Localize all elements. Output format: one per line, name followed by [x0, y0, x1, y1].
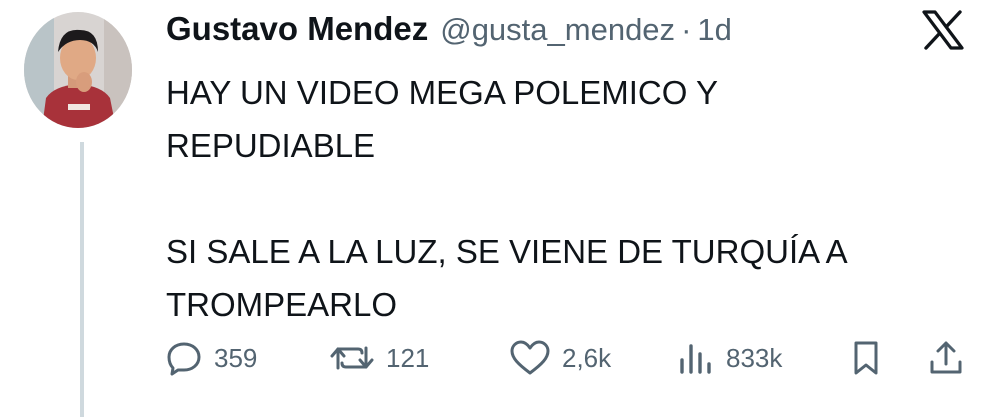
avatar-photo: [24, 12, 132, 128]
reply-button[interactable]: 359: [164, 330, 257, 386]
share-button[interactable]: [926, 330, 966, 386]
share-icon: [930, 341, 962, 374]
action-bar: 359 121 2,6k 833k: [0, 330, 992, 386]
repost-button[interactable]: 121: [328, 330, 429, 386]
tweet-timestamp[interactable]: 1d: [697, 12, 731, 48]
like-button[interactable]: 2,6k: [508, 330, 611, 386]
tweet-header: Gustavo Mendez @gusta_mendez · 1d: [166, 10, 732, 48]
repost-count: 121: [386, 342, 430, 373]
x-logo-icon: [922, 10, 964, 50]
bookmark-icon: [854, 341, 878, 375]
author-name[interactable]: Gustavo Mendez: [166, 10, 428, 48]
header-separator: ·: [681, 12, 692, 47]
reply-icon: [167, 342, 201, 376]
tweet-text-line: TROMPEARLO: [166, 286, 398, 323]
avatar[interactable]: [24, 12, 132, 128]
tweet-text-line: SI SALE A LA LUZ, SE VIENE DE TURQUÍA A: [166, 233, 848, 270]
tweet-text: HAY UN VIDEO MEGA POLEMICO Y REPUDIABLE …: [166, 66, 966, 331]
like-count: 2,6k: [562, 342, 612, 373]
reply-count: 359: [214, 342, 258, 373]
views-count: 833k: [726, 342, 783, 373]
author-handle[interactable]: @gusta_mendez: [440, 12, 675, 48]
repost-icon: [330, 346, 374, 370]
tweet-text-line: REPUDIABLE: [166, 127, 376, 164]
tweet-text-line: HAY UN VIDEO MEGA POLEMICO Y: [166, 74, 718, 111]
views-icon: [680, 344, 711, 374]
bookmark-button[interactable]: [846, 330, 886, 386]
views-button[interactable]: 833k: [676, 330, 782, 386]
heart-icon: [510, 340, 550, 375]
